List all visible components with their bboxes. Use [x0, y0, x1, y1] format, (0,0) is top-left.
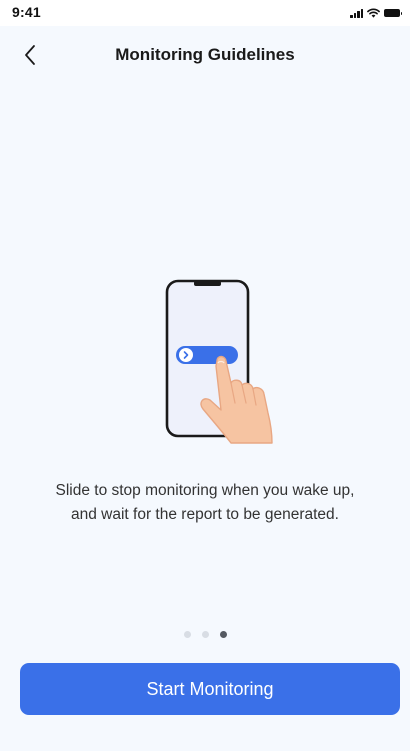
wifi-icon [367, 8, 380, 18]
page-dot-2 [201, 631, 209, 638]
page-indicator [0, 631, 410, 638]
battery-icon [384, 9, 402, 17]
page-dot-1 [183, 631, 191, 638]
page-title: Monitoring Guidelines [115, 45, 295, 64]
start-monitoring-button[interactable]: Start Monitoring [20, 663, 400, 715]
guidelines-screen: 9:41 Monitoring Guidelines Slide to stop… [0, 0, 410, 751]
status-time: 9:41 [12, 4, 41, 20]
guide-line-1: Slide to stop monitoring when you wake u… [55, 482, 355, 499]
page-dot-3-active [219, 631, 227, 638]
guide-description: Slide to stop monitoring when you wake u… [20, 479, 390, 527]
nav-bar: Monitoring Guidelines [0, 26, 410, 84]
phone-notch [194, 281, 221, 286]
status-bar: 9:41 [0, 0, 410, 26]
phone-swipe-illustration [165, 279, 273, 444]
guide-line-2: and wait for the report to be generated. [71, 506, 339, 523]
slider-knob [179, 348, 193, 362]
status-icons [350, 7, 402, 19]
signal-icon [350, 8, 363, 18]
